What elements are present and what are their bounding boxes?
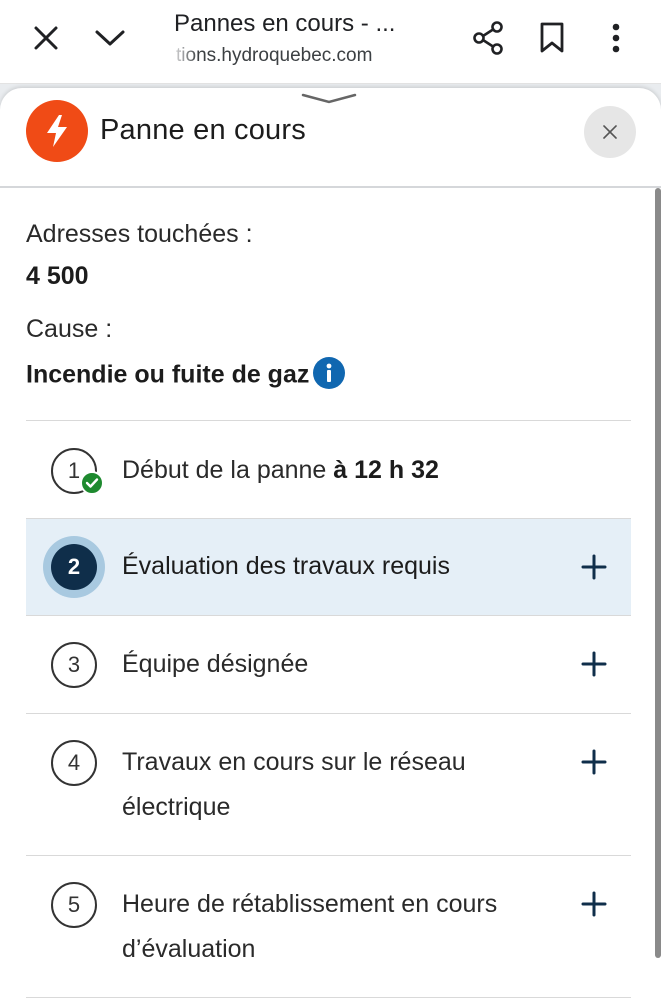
step-1-text: Début de la panne — [122, 456, 327, 484]
page-title: Pannes en cours - ... — [174, 10, 396, 37]
bookmark-button[interactable] — [528, 14, 576, 62]
step-1-label: Début de la panne à 12 h 32 — [122, 448, 552, 493]
step-5[interactable]: 5 Heure de rétablissement en cours d’éva… — [26, 855, 631, 998]
expand-step-5-button[interactable] — [578, 888, 610, 920]
outage-steps-list: 1 Début de la panne à 12 h 32 2 Évaluati… — [26, 420, 631, 998]
close-icon — [34, 26, 58, 50]
outage-panel: Panne en cours Adresses touchées : 4 500… — [0, 88, 661, 1000]
step-5-text: Heure de rétablissement en cours d’évalu… — [122, 890, 498, 963]
step-2-text: Évaluation des travaux requis — [122, 552, 450, 580]
chevron-down-icon — [95, 30, 125, 46]
cause-label: Cause : — [26, 315, 113, 343]
share-icon — [473, 21, 503, 55]
step-3[interactable]: 3 Équipe désignée — [26, 615, 631, 713]
expand-step-4-button[interactable] — [578, 746, 610, 778]
minimize-button[interactable] — [86, 14, 134, 62]
more-vert-icon — [612, 23, 620, 53]
plus-icon — [581, 651, 607, 677]
addresses-value: 4 500 — [26, 262, 89, 290]
panel-title: Panne en cours — [100, 114, 306, 146]
step-2-number: 2 — [51, 544, 97, 590]
lightning-bolt-icon — [47, 115, 67, 147]
step-3-number: 3 — [51, 642, 97, 688]
check-icon — [80, 471, 104, 495]
page-url[interactable]: tions.hydroquebec.com — [176, 45, 372, 67]
bookmark-icon — [540, 22, 564, 53]
outage-status-badge — [26, 100, 88, 162]
close-tab-button[interactable] — [22, 14, 70, 62]
plus-icon — [581, 891, 607, 917]
addresses-label: Adresses touchées : — [26, 220, 253, 248]
step-1: 1 Début de la panne à 12 h 32 — [26, 420, 631, 518]
plus-icon — [581, 554, 607, 580]
scrollbar[interactable] — [655, 188, 661, 958]
panel-header: Panne en cours — [0, 88, 661, 188]
expand-step-2-button[interactable] — [578, 551, 610, 583]
step-2[interactable]: 2 Évaluation des travaux requis — [26, 518, 631, 615]
more-options-button[interactable] — [592, 14, 640, 62]
info-icon — [313, 357, 346, 389]
close-panel-button[interactable] — [584, 106, 636, 158]
info-button[interactable] — [313, 357, 346, 389]
step-3-text: Équipe désignée — [122, 650, 309, 678]
plus-icon — [581, 749, 607, 775]
expand-step-3-button[interactable] — [578, 648, 610, 680]
step-4-number: 4 — [51, 740, 97, 786]
share-button[interactable] — [464, 14, 512, 62]
step-5-number: 5 — [51, 882, 97, 928]
step-4-text: Travaux en cours sur le réseau électriqu… — [122, 748, 466, 821]
browser-toolbar: Pannes en cours - ... tions.hydroquebec.… — [0, 0, 661, 84]
cause-value: Incendie ou fuite de gaz — [26, 360, 310, 389]
step-4[interactable]: 4 Travaux en cours sur le réseau électri… — [26, 713, 631, 855]
step-1-time: à 12 h 32 — [333, 456, 439, 484]
close-icon — [603, 125, 617, 139]
cause-value-row: Incendie ou fuite de gaz — [26, 357, 346, 392]
